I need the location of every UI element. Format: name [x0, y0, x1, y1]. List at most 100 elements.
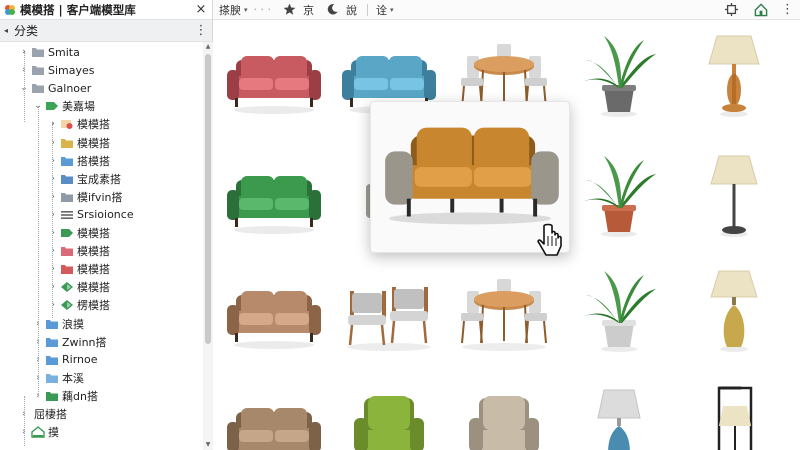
settings-label: 說 — [346, 3, 357, 17]
model-thumbnail-sofa[interactable] — [219, 30, 329, 120]
tree-item[interactable]: › 模模搭 — [47, 224, 110, 242]
tree-item[interactable]: › 楞模搭 — [47, 296, 110, 314]
chevron-right-icon[interactable]: › — [47, 192, 59, 202]
tree-item[interactable]: › Rirnoe — [32, 351, 98, 369]
model-thumbnail-lamp-blue[interactable] — [564, 382, 674, 450]
category-header[interactable]: ◂ 分类 ⋮ — [0, 20, 212, 42]
plant-image — [582, 156, 656, 237]
model-thumbnail-lamp-floor[interactable] — [679, 150, 789, 240]
chairs-pair-image — [347, 287, 431, 351]
scroll-up-icon[interactable]: ▲ — [203, 42, 213, 52]
chevron-right-icon[interactable]: › — [47, 138, 59, 148]
scroll-thumb[interactable] — [205, 54, 211, 344]
tree-item-label: 屈棲搭 — [34, 408, 67, 421]
chevron-right-icon[interactable]: › — [47, 264, 59, 274]
tree-item[interactable]: › 模模搭 — [47, 242, 110, 260]
folder-blue-icon — [46, 373, 58, 383]
model-thumbnail-plant[interactable] — [564, 150, 674, 240]
tree-item-label: Zwinn搭 — [62, 335, 107, 349]
armchair-image — [469, 396, 539, 450]
tree-item[interactable]: › Smita — [18, 43, 80, 61]
tree-item[interactable]: › 藕dn搭 — [32, 387, 98, 405]
category-header-label: 分类 — [14, 24, 39, 38]
tree-item[interactable]: › Simayes — [18, 61, 95, 79]
chevron-right-icon[interactable]: › — [47, 174, 59, 184]
diamond-green-icon — [61, 282, 73, 293]
toolbar-more-icon[interactable]: ⋮ — [781, 2, 794, 17]
tree-item[interactable]: › 浪摸 — [32, 315, 84, 333]
armchair-image — [354, 396, 424, 450]
tree-item[interactable]: › 本溪 — [32, 369, 84, 387]
tree-item[interactable]: › 模ifvin搭 — [47, 188, 122, 206]
tree-item-label: 模模搭 — [77, 227, 110, 240]
chevron-right-icon[interactable]: › — [47, 282, 59, 292]
tree-item[interactable]: › 模模搭 — [47, 278, 110, 296]
tree-item-label: Rirnoe — [62, 353, 98, 367]
toolbar-divider — [367, 3, 368, 16]
tree-item[interactable]: › Srsioionce — [47, 206, 134, 224]
folder-gray-icon — [32, 66, 44, 76]
tree-item[interactable]: ⌄ 美嘉場 — [32, 97, 95, 115]
chevron-right-icon[interactable]: › — [47, 300, 59, 310]
more-options-icon[interactable]: ⋮ — [194, 23, 208, 38]
model-thumbnail-plant[interactable] — [564, 265, 674, 355]
model-thumbnail-lamp-cage[interactable] — [679, 382, 789, 450]
filter-dropdown[interactable]: 诠 ▾ — [376, 2, 394, 18]
tree-item-label: 摸 — [48, 426, 59, 440]
folder-blue-icon — [46, 355, 58, 365]
lamp-round-image — [708, 35, 760, 117]
tree-item[interactable]: › 模模搭 — [47, 260, 110, 278]
model-thumbnail-plant[interactable] — [564, 30, 674, 120]
model-thumbnail-sofa[interactable] — [219, 150, 329, 240]
pin-icon[interactable] — [723, 2, 739, 18]
sort-button[interactable]: 京 — [303, 2, 314, 18]
model-thumbnail-chairs-pair[interactable] — [334, 265, 444, 355]
tree-guide-line — [24, 396, 25, 446]
tree-item-label: Simayes — [48, 63, 95, 77]
chevron-right-icon[interactable]: › — [47, 210, 59, 220]
folder-blue-icon — [61, 156, 73, 166]
lamp-blue-image — [597, 389, 641, 450]
tree-item-label: 藕dn搭 — [62, 389, 98, 403]
tree-item[interactable]: › 模模搭 — [47, 134, 110, 152]
view-dropdown[interactable]: 搽腴 ▾ · · · — [219, 2, 271, 18]
tree-item[interactable]: ⌄ Galnoer — [18, 79, 91, 97]
tree-item[interactable]: › Zwinn搭 — [32, 333, 107, 351]
tree-item[interactable]: › 模模搭 — [47, 115, 110, 133]
model-thumbnail-armchair[interactable] — [334, 382, 444, 450]
tree-item[interactable]: › 宝成素搭 — [47, 170, 121, 188]
folder-blue-icon — [61, 174, 73, 184]
model-thumbnail-lamp-round[interactable] — [679, 30, 789, 120]
tree-item-label: 模模搭 — [77, 245, 110, 259]
tree-item-label: 宝成素搭 — [77, 172, 121, 186]
house-icon — [31, 426, 45, 438]
tree-item-label: 楞模搭 — [77, 299, 110, 313]
tree-item-label: Srsioionce — [77, 208, 134, 222]
category-tree: › Smita › Simayes ⌄ Galnoer ⌄ 美嘉場 › 模模搭 › 模模搭 › 搭模搭 › 宝… — [0, 42, 203, 450]
model-thumbnail-lamp-vase[interactable] — [679, 265, 789, 355]
tag-green-icon — [61, 229, 73, 237]
dining-set-image — [461, 279, 547, 351]
chevron-right-icon[interactable]: › — [47, 246, 59, 256]
tree-item[interactable]: › 屈棲搭 — [18, 405, 67, 423]
chevron-right-icon[interactable]: › — [47, 119, 59, 129]
home-icon[interactable] — [753, 2, 769, 18]
collapse-icon[interactable]: ◂ — [4, 26, 8, 35]
model-thumbnail-sofa[interactable] — [219, 382, 329, 450]
chevron-right-icon[interactable]: › — [47, 228, 59, 238]
tree-item-label: 模模搭 — [77, 263, 110, 277]
tree-scrollbar[interactable]: ▲ ▼ — [203, 42, 213, 450]
folder-green-icon — [46, 391, 58, 401]
moon-icon[interactable] — [324, 2, 340, 18]
tree-item[interactable]: › 搭模搭 — [47, 152, 110, 170]
close-icon[interactable]: × — [194, 2, 208, 17]
scroll-down-icon[interactable]: ▼ — [203, 440, 213, 450]
star-icon[interactable] — [281, 2, 297, 18]
sofa-image — [227, 56, 321, 114]
sort-label: 京 — [303, 3, 314, 17]
model-thumbnail-sofa[interactable] — [219, 265, 329, 355]
model-thumbnail-dining-set[interactable] — [449, 265, 559, 355]
model-thumbnail-armchair[interactable] — [449, 382, 559, 450]
settings-button[interactable]: 說 — [346, 2, 357, 18]
chevron-right-icon[interactable]: › — [47, 156, 59, 166]
